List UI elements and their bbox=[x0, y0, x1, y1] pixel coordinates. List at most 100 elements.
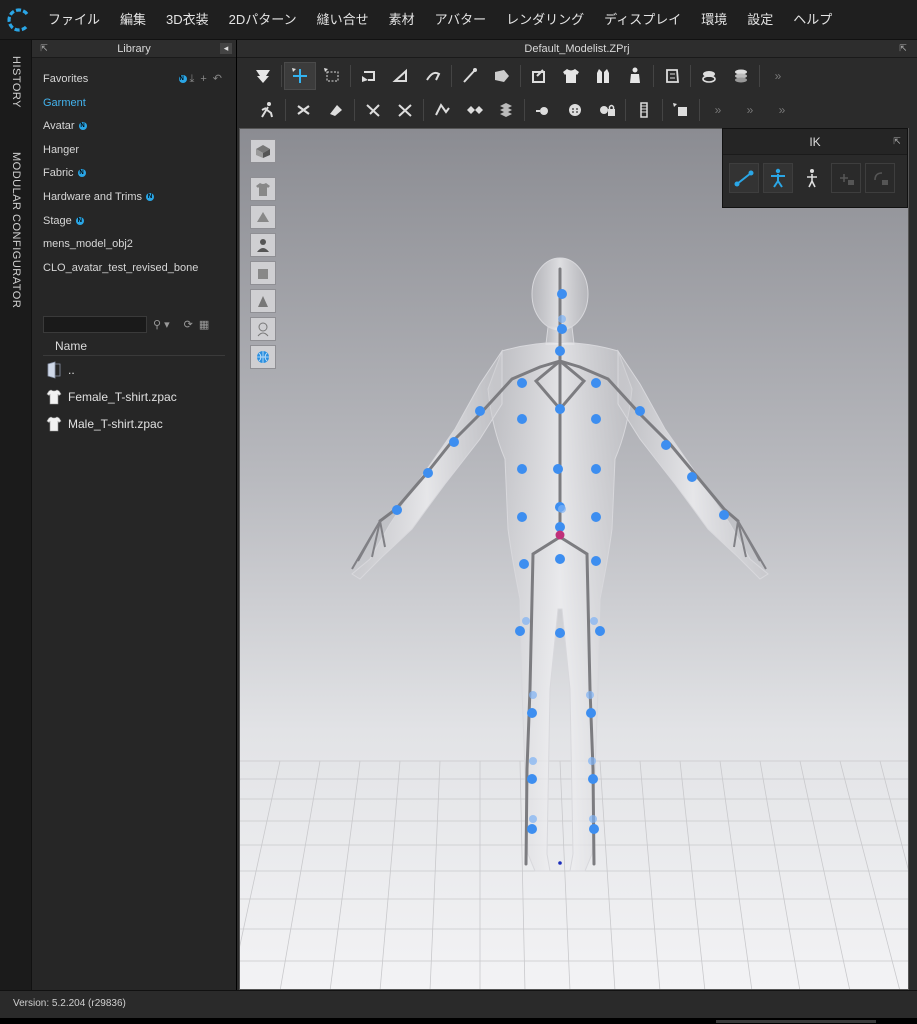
library-item-label: Hardware and Trims bbox=[43, 190, 143, 203]
button-icon[interactable] bbox=[559, 96, 591, 124]
file-column-header[interactable]: Name bbox=[43, 336, 225, 356]
library-item-clo-avatar[interactable]: CLO_avatar_test_revised_bone bbox=[32, 257, 236, 281]
fold-arrangement-icon[interactable] bbox=[353, 62, 385, 90]
refresh-icon[interactable]: ⟳ bbox=[184, 318, 193, 331]
bottom-strip bbox=[0, 1018, 917, 1024]
menu-avatar[interactable]: アバター bbox=[425, 0, 496, 40]
horizontal-scrollbar[interactable] bbox=[716, 1020, 876, 1023]
toolbar-divider bbox=[662, 99, 663, 121]
show-garment-icon[interactable] bbox=[250, 177, 276, 201]
environment-globe-icon[interactable] bbox=[250, 345, 276, 369]
move-tool-icon[interactable] bbox=[284, 62, 316, 90]
show-avatar-icon[interactable] bbox=[250, 233, 276, 257]
menu-sewing[interactable]: 縫い合せ bbox=[307, 0, 379, 40]
pin-tool-icon[interactable] bbox=[288, 96, 320, 124]
file-row-female-tshirt[interactable]: Female_T-shirt.zpac bbox=[46, 386, 228, 408]
file-row-male-tshirt[interactable]: Male_T-shirt.zpac bbox=[46, 413, 228, 435]
library-item-garment[interactable]: Garment bbox=[32, 92, 236, 116]
unfold-tool-icon[interactable] bbox=[417, 62, 449, 90]
ik-figure-icon[interactable] bbox=[797, 163, 827, 193]
trims-tool-icon[interactable] bbox=[665, 96, 697, 124]
garment-arrange-icon[interactable] bbox=[523, 62, 555, 90]
tack-tool-icon[interactable] bbox=[357, 96, 389, 124]
avatar-pose-icon[interactable] bbox=[251, 96, 283, 124]
grid-view-icon[interactable]: ▦ bbox=[199, 318, 209, 331]
fold-tool-icon[interactable] bbox=[385, 62, 417, 90]
avatar-xray-icon[interactable] bbox=[250, 317, 276, 341]
zipper-tool-icon[interactable] bbox=[628, 96, 660, 124]
layer-stack-icon[interactable] bbox=[725, 62, 757, 90]
menu-edit[interactable]: 編集 bbox=[110, 0, 156, 40]
library-item-fabric[interactable]: Fabric N bbox=[32, 162, 236, 186]
button-tool-icon[interactable] bbox=[426, 96, 458, 124]
ik-pin-lock-icon[interactable] bbox=[831, 163, 861, 193]
steam-tool-icon[interactable] bbox=[454, 62, 486, 90]
library-item-hanger[interactable]: Hanger bbox=[32, 139, 236, 163]
library-item-stage[interactable]: Stage N bbox=[32, 210, 236, 234]
avatar-texture-icon[interactable] bbox=[250, 261, 276, 285]
menu-environment[interactable]: 環境 bbox=[691, 0, 737, 40]
menu-help[interactable]: ヘルプ bbox=[783, 0, 842, 40]
menu-materials[interactable]: 素材 bbox=[379, 0, 425, 40]
menu-3d-garment[interactable]: 3D衣装 bbox=[156, 0, 219, 40]
tack-on-avatar-icon[interactable] bbox=[389, 96, 421, 124]
fabric-property-icon[interactable] bbox=[656, 62, 688, 90]
ik-header: IK ⇱ bbox=[723, 129, 907, 155]
garment-render-icon[interactable] bbox=[250, 205, 276, 229]
fasten-button-icon[interactable] bbox=[527, 96, 559, 124]
toolbar-divider bbox=[759, 65, 760, 87]
library-item-hardware[interactable]: Hardware and Trims N bbox=[32, 186, 236, 210]
collapse-left-icon[interactable]: ◂ bbox=[220, 43, 232, 54]
avatar-surface-icon[interactable] bbox=[250, 289, 276, 313]
library-item-favorites[interactable]: Favorites N⤓+↶ bbox=[32, 68, 236, 92]
menu-2d-pattern[interactable]: 2Dパターン bbox=[219, 0, 307, 40]
more-tools-icon[interactable]: » bbox=[762, 62, 794, 90]
more-tools-icon[interactable]: » bbox=[734, 96, 766, 124]
clo-logo-icon[interactable] bbox=[0, 0, 38, 40]
file-row-parent[interactable]: .. bbox=[46, 359, 228, 381]
vest-tool-icon[interactable] bbox=[587, 62, 619, 90]
ik-panel: IK ⇱ bbox=[722, 128, 908, 208]
undock-icon[interactable]: ⇱ bbox=[38, 43, 50, 54]
tab-history[interactable]: HISTORY bbox=[0, 56, 32, 108]
avatar-scene bbox=[240, 257, 908, 989]
menu-file[interactable]: ファイル bbox=[38, 0, 110, 40]
toolbar-divider bbox=[451, 65, 452, 87]
menu-settings[interactable]: 設定 bbox=[737, 0, 783, 40]
undock-icon[interactable]: ⇱ bbox=[897, 43, 909, 54]
button-select-icon[interactable] bbox=[490, 96, 522, 124]
layer-clone-icon[interactable] bbox=[693, 62, 725, 90]
search-input[interactable] bbox=[43, 315, 147, 333]
more-tools-icon[interactable]: » bbox=[766, 96, 798, 124]
3d-viewport[interactable] bbox=[239, 128, 909, 990]
lock-button-icon[interactable] bbox=[591, 96, 623, 124]
root-joint[interactable] bbox=[555, 530, 565, 540]
shirt-tool-icon[interactable] bbox=[555, 62, 587, 90]
undock-icon[interactable]: ⇱ bbox=[891, 136, 903, 147]
tab-modular-configurator[interactable]: MODULAR CONFIGURATOR bbox=[0, 152, 32, 308]
folder-up-icon bbox=[47, 361, 61, 379]
ik-bone-icon[interactable] bbox=[729, 163, 759, 193]
more-tools-icon[interactable]: » bbox=[702, 96, 734, 124]
back-icon[interactable]: ↶ bbox=[213, 73, 228, 85]
box-select-icon[interactable] bbox=[316, 62, 348, 90]
avatar-dress-icon[interactable] bbox=[619, 62, 651, 90]
view-cube-icon[interactable] bbox=[250, 139, 276, 163]
buttonhole-tool-icon[interactable] bbox=[458, 96, 490, 124]
ik-full-body-icon[interactable] bbox=[763, 163, 793, 193]
new-badge-icon: N bbox=[77, 169, 86, 178]
shrink-tool-icon[interactable] bbox=[486, 62, 518, 90]
library-item-label: Garment bbox=[43, 96, 86, 109]
toolbar-row-2: » » » bbox=[237, 93, 917, 127]
simulation-icon[interactable] bbox=[247, 62, 279, 90]
library-item-avatar[interactable]: Avatar N bbox=[32, 115, 236, 139]
ik-rotate-lock-icon[interactable] bbox=[865, 163, 895, 193]
library-item-mens-model[interactable]: mens_model_obj2 bbox=[32, 233, 236, 257]
add-icon[interactable]: + bbox=[200, 73, 212, 85]
menu-display[interactable]: ディスプレイ bbox=[594, 0, 691, 40]
pin-box-icon[interactable] bbox=[320, 96, 352, 124]
menu-render[interactable]: レンダリング bbox=[496, 0, 594, 40]
download-icon[interactable]: ⤓ bbox=[189, 73, 200, 85]
search-icon[interactable]: ⚲ ▾ bbox=[153, 318, 170, 331]
project-header: Default_Modelist.ZPrj ⇱ bbox=[237, 40, 917, 58]
